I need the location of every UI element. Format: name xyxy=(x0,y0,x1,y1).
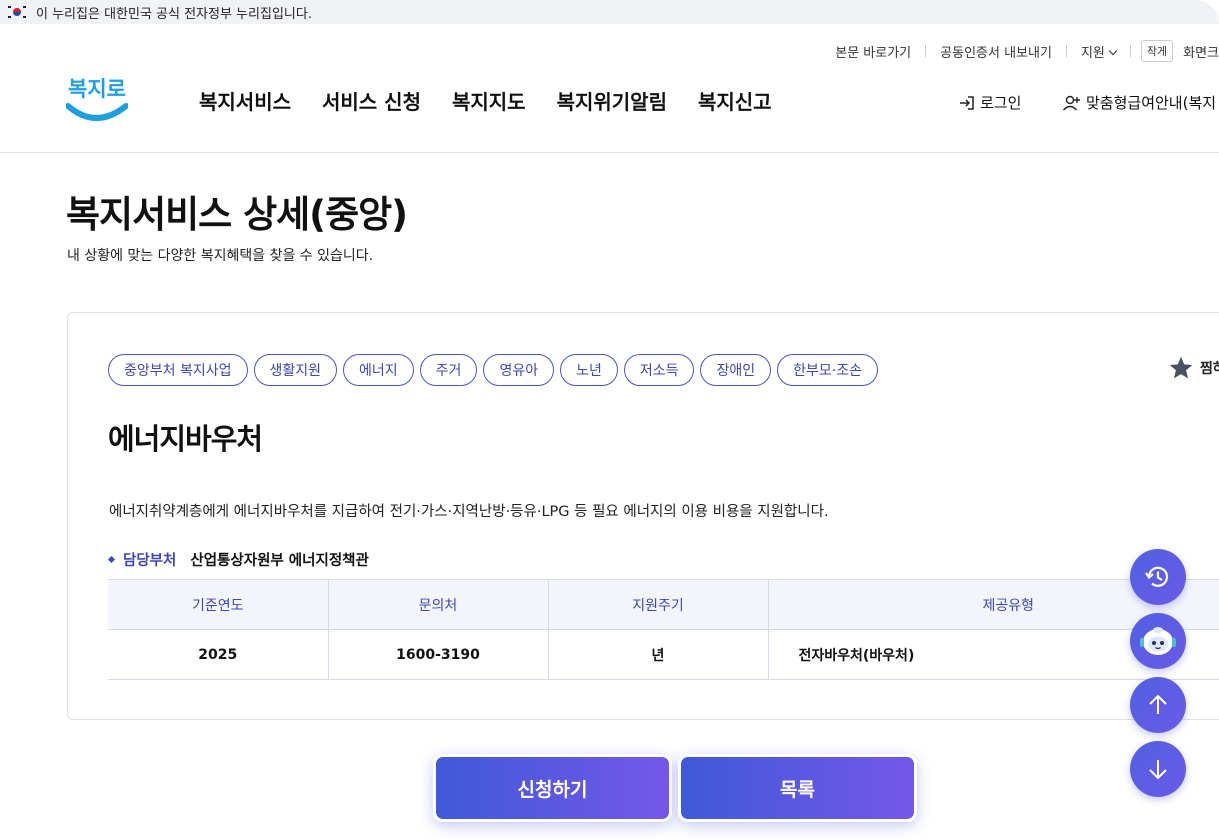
site-logo[interactable]: 복지로 xyxy=(65,72,129,126)
tag-item[interactable]: 영유아 xyxy=(483,354,555,386)
service-tags: 중앙부처 복지사업 생활지원 에너지 주거 영유아 노년 저소득 장애인 한부모… xyxy=(108,354,878,386)
nav-item-welfare-report[interactable]: 복지신고 xyxy=(698,86,772,115)
scroll-top-button[interactable] xyxy=(1130,677,1186,733)
department-info: 담당부처 산업통상자원부 에너지정책관 xyxy=(107,549,369,570)
skip-to-content-link[interactable]: 본문 바로가기 xyxy=(821,42,925,61)
nav-item-crisis-alert[interactable]: 복지위기알림 xyxy=(557,86,667,115)
login-link[interactable]: 로그인 xyxy=(958,92,1021,113)
tag-item[interactable]: 장애인 xyxy=(700,354,772,386)
custom-benefit-guide-link[interactable]: 맞춤형급여안내(복지 xyxy=(1062,92,1216,113)
tag-item[interactable]: 한부모·조손 xyxy=(777,354,878,386)
tag-item[interactable]: 노년 xyxy=(560,354,618,386)
service-description: 에너지취약계층에게 에너지바우처를 지급하여 전기·가스·지역난방·등유·LPG… xyxy=(109,504,829,520)
service-detail-card: 중앙부처 복지사업 생활지원 에너지 주거 영유아 노년 저소득 장애인 한부모… xyxy=(67,312,1219,720)
header-support-cycle: 지원주기 xyxy=(548,579,769,630)
tag-item[interactable]: 저소득 xyxy=(623,354,695,386)
apply-button[interactable]: 신청하기 xyxy=(433,754,672,822)
nav-item-welfare-service[interactable]: 복지서비스 xyxy=(199,86,291,115)
support-dropdown[interactable]: 지원 xyxy=(1067,42,1130,61)
bokjiro-logo-icon: 복지로 xyxy=(65,77,129,121)
bullet-diamond-icon xyxy=(107,555,116,564)
nav-item-service-apply[interactable]: 서비스 신청 xyxy=(322,86,421,115)
tag-item[interactable]: 에너지 xyxy=(343,354,414,386)
recent-history-button[interactable] xyxy=(1130,549,1186,605)
chatbot-icon xyxy=(1140,627,1176,655)
gov-banner: 이 누리집은 대한민국 공식 전자정부 누리집입니다. xyxy=(0,0,1219,24)
favorite-button[interactable]: 찜하 xyxy=(1168,355,1219,381)
header-contact: 문의처 xyxy=(328,579,549,630)
table-header-row: 기준연도 문의처 지원주기 제공유형 xyxy=(108,579,1219,630)
scroll-bottom-button[interactable] xyxy=(1130,741,1186,797)
page-description: 내 상황에 맞는 다양한 복지혜택을 찾을 수 있습니다. xyxy=(67,248,374,264)
table-row: 2025 1600-3190 년 전자바우처(바우처) xyxy=(108,629,1219,680)
support-label: 지원 xyxy=(1080,45,1105,61)
login-icon xyxy=(960,95,974,110)
user-plus-icon xyxy=(1062,95,1080,110)
header-base-year: 기준연도 xyxy=(108,579,329,630)
department-label: 담당부처 xyxy=(123,553,177,569)
cell-support-cycle: 년 xyxy=(548,629,769,680)
tag-item[interactable]: 생활지원 xyxy=(253,354,338,386)
divider xyxy=(1129,45,1131,57)
main-nav: 복지서비스 서비스 신청 복지지도 복지위기알림 복지신고 xyxy=(199,86,772,115)
tag-item[interactable]: 주거 xyxy=(419,354,478,386)
favorite-label: 찜하 xyxy=(1200,361,1219,377)
korea-flag-icon xyxy=(8,6,26,18)
service-name: 에너지바우처 xyxy=(108,422,263,456)
chevron-down-icon xyxy=(1108,46,1118,55)
header-divider xyxy=(0,152,1219,153)
page-title: 복지서비스 상세(중앙) xyxy=(66,193,408,236)
font-size-small-button[interactable]: 작게 xyxy=(1140,40,1174,62)
star-icon xyxy=(1169,356,1193,379)
department-value: 산업통상자원부 에너지정책관 xyxy=(190,553,369,569)
chatbot-button[interactable] xyxy=(1130,613,1186,669)
arrow-down-icon xyxy=(1149,760,1167,780)
arrow-up-icon xyxy=(1149,694,1167,714)
utility-menu: 본문 바로가기 공동인증서 내보내기 지원 작게 화면크 xyxy=(821,40,1219,62)
logo-text: 복지로 xyxy=(68,77,126,101)
login-label: 로그인 xyxy=(980,94,1022,112)
nav-item-welfare-map[interactable]: 복지지도 xyxy=(452,86,526,115)
tag-item[interactable]: 중앙부처 복지사업 xyxy=(108,354,248,386)
service-info-table: 기준연도 문의처 지원주기 제공유형 2025 1600-3190 년 전자바우… xyxy=(108,579,1219,680)
gov-banner-text: 이 누리집은 대한민국 공식 전자정부 누리집입니다. xyxy=(36,6,312,22)
cert-export-link[interactable]: 공동인증서 내보내기 xyxy=(926,42,1066,61)
screen-size-label[interactable]: 화면크 xyxy=(1173,42,1219,61)
guide-label: 맞춤형급여안내(복지 xyxy=(1086,94,1217,112)
list-button[interactable]: 목록 xyxy=(678,754,917,822)
history-icon xyxy=(1145,566,1169,587)
cell-contact: 1600-3190 xyxy=(328,629,549,680)
cell-base-year: 2025 xyxy=(108,629,329,680)
